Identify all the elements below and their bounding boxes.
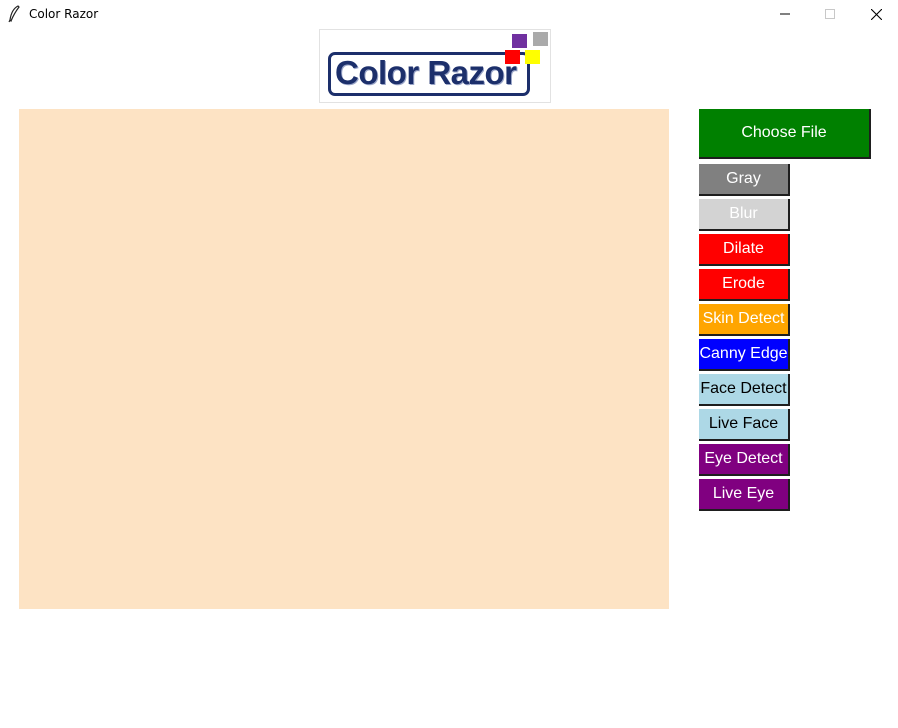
window-title: Color Razor [29,7,99,21]
skin-detect-button[interactable]: Skin Detect [699,304,790,336]
close-button[interactable] [853,0,898,28]
eye-detect-button[interactable]: Eye Detect [699,444,790,476]
logo-square-purple [512,34,527,48]
minimize-button[interactable] [762,0,808,28]
face-detect-button[interactable]: Face Detect [699,374,790,406]
maximize-icon [825,9,835,19]
feather-icon [8,5,20,23]
close-icon [870,8,882,20]
erode-button[interactable]: Erode [699,269,790,301]
minimize-icon [780,13,790,15]
gray-button[interactable]: Gray [699,164,790,196]
title-bar: Color Razor [0,0,898,28]
choose-file-button[interactable]: Choose File [699,109,871,159]
logo-square-gray [533,32,548,46]
image-canvas[interactable] [19,109,669,609]
canny-edge-button[interactable]: Canny Edge [699,339,790,371]
live-face-button[interactable]: Live Face [699,409,790,441]
logo-text: Color Razor [335,54,517,91]
app-window: Color Razor Color Razor Choose File Gray [0,0,898,728]
app-logo: Color Razor [319,29,551,103]
logo-square-yellow [525,50,540,64]
maximize-button[interactable] [807,0,853,28]
dilate-button[interactable]: Dilate [699,234,790,266]
logo-square-red [505,50,520,64]
blur-button[interactable]: Blur [699,199,790,231]
live-eye-button[interactable]: Live Eye [699,479,790,511]
